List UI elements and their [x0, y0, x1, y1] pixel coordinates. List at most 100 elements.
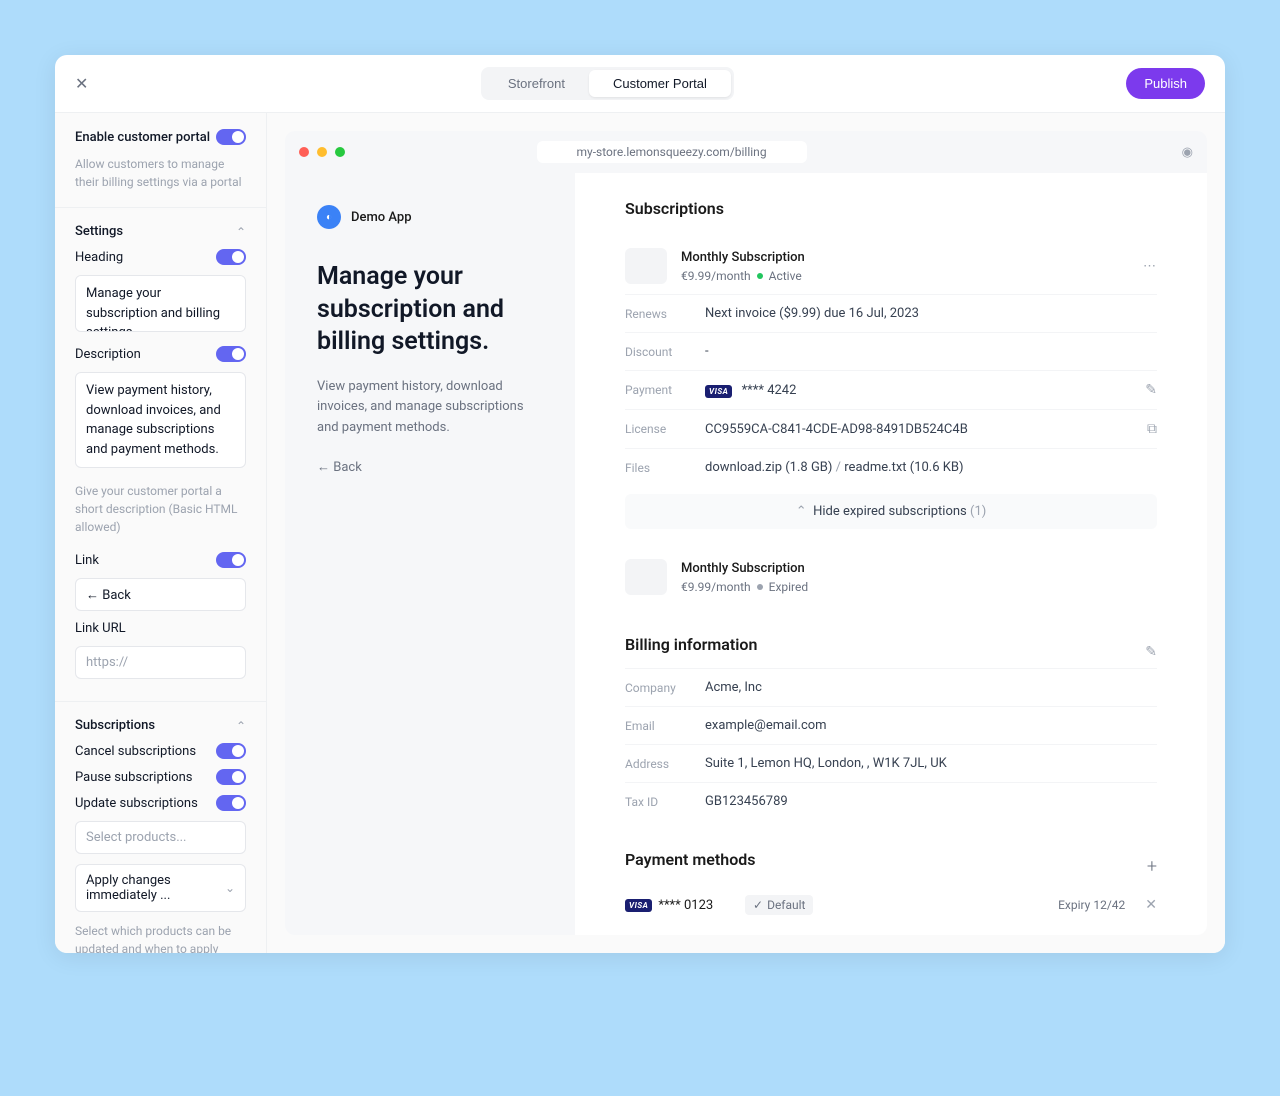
address-value: Suite 1, Lemon HQ, London, , W1K 7JL, UK — [705, 756, 1157, 771]
update-subs-toggle[interactable] — [216, 795, 246, 811]
file-link[interactable]: readme.txt (10.6 KB) — [844, 460, 963, 475]
chevron-up-icon[interactable]: ⌃ — [236, 225, 246, 239]
hide-expired-button[interactable]: ⌃ Hide expired subscriptions (1) — [625, 494, 1157, 529]
update-subs-label: Update subscriptions — [75, 796, 198, 811]
tab-customer-portal[interactable]: Customer Portal — [589, 70, 731, 97]
enable-portal-toggle[interactable] — [216, 129, 246, 145]
edit-icon[interactable]: ✎ — [1145, 644, 1157, 660]
description-toggle[interactable] — [216, 346, 246, 362]
pause-subs-label: Pause subscriptions — [75, 770, 192, 785]
plus-icon[interactable]: + — [1147, 856, 1157, 877]
status-dot-icon — [757, 273, 763, 279]
discount-label: Discount — [625, 345, 705, 359]
chevron-up-icon: ⌃ — [796, 504, 807, 519]
app-name: Demo App — [351, 210, 412, 225]
email-label: Email — [625, 719, 705, 733]
tax-label: Tax ID — [625, 795, 705, 809]
url-bar: my-store.lemonsqueezy.com/billing — [537, 141, 807, 163]
company-value: Acme, Inc — [705, 680, 1157, 695]
link-url-label: Link URL — [75, 621, 126, 636]
description-help: Give your customer portal a short descri… — [75, 482, 246, 536]
subscription-name: Monthly Subscription — [681, 561, 1157, 576]
heading-label: Heading — [75, 250, 123, 265]
enable-portal-label: Enable customer portal — [75, 130, 210, 145]
renews-label: Renews — [625, 307, 705, 321]
address-label: Address — [625, 757, 705, 771]
app-avatar-icon: ◐ — [317, 205, 341, 229]
description-input[interactable] — [75, 372, 246, 468]
copy-icon[interactable]: ⧉ — [1147, 421, 1157, 437]
cancel-subs-toggle[interactable] — [216, 743, 246, 759]
browser-bar: my-store.lemonsqueezy.com/billing ◉ — [285, 131, 1207, 173]
status-dot-icon — [757, 584, 763, 590]
chevron-up-icon[interactable]: ⌃ — [236, 719, 246, 733]
product-thumbnail — [625, 248, 667, 284]
link-toggle[interactable] — [216, 552, 246, 568]
billing-title: Billing information — [625, 635, 757, 654]
preview-panel: my-store.lemonsqueezy.com/billing ◉ ◐ De… — [267, 113, 1225, 953]
topbar: ✕ Storefront Customer Portal Publish — [55, 55, 1225, 113]
apply-changes-dropdown[interactable]: Apply changes immediately ... ⌄ — [75, 864, 246, 912]
subscription-item-expired: Monthly Subscription €9.99/month Expired — [625, 549, 1157, 605]
payment-method-row: **** 4242 Expiry 12/42 ⋯ — [625, 927, 1157, 935]
payment-methods-title: Payment methods — [625, 850, 756, 869]
subscription-item: Monthly Subscription €9.99/month Active … — [625, 238, 1157, 294]
pause-subs-toggle[interactable] — [216, 769, 246, 785]
file-link[interactable]: download.zip (1.8 GB) — [705, 460, 832, 475]
preview-icon[interactable]: ◉ — [1182, 145, 1193, 160]
traffic-light-green — [335, 147, 345, 157]
chevron-down-icon: ⌄ — [225, 881, 235, 895]
link-url-input[interactable] — [75, 646, 246, 679]
traffic-light-yellow — [317, 147, 327, 157]
subscription-price: €9.99/month — [681, 580, 751, 594]
heading-input[interactable] — [75, 275, 246, 332]
email-value: example@email.com — [705, 718, 1157, 733]
portal-sidebar: ◐ Demo App Manage your subscription and … — [285, 173, 575, 935]
portal-heading: Manage your subscription and billing set… — [317, 261, 543, 359]
settings-sidebar: Enable customer portal Allow customers t… — [55, 113, 267, 953]
visa-icon: VISA — [625, 899, 652, 912]
select-products-dropdown[interactable]: Select products... — [75, 821, 246, 854]
traffic-light-red — [299, 147, 309, 157]
check-icon: ✓ — [753, 898, 763, 912]
product-thumbnail — [625, 559, 667, 595]
app-window: ✕ Storefront Customer Portal Publish Ena… — [55, 55, 1225, 953]
link-text-input[interactable] — [75, 578, 246, 611]
payment-value: VISA **** 4242 — [705, 383, 1145, 398]
heading-toggle[interactable] — [216, 249, 246, 265]
back-link[interactable]: ← Back — [317, 459, 543, 475]
tax-value: GB123456789 — [705, 794, 1157, 809]
subscriptions-section-label: Subscriptions — [75, 718, 155, 733]
select-products-placeholder: Select products... — [86, 830, 187, 845]
portal-description: View payment history, download invoices,… — [317, 377, 543, 439]
subscription-status: Active — [769, 269, 802, 283]
files-row-label: Files — [625, 461, 705, 475]
edit-icon[interactable]: ✎ — [1145, 382, 1157, 398]
renews-value: Next invoice ($9.99) due 16 Jul, 2023 — [705, 306, 1157, 321]
remove-icon[interactable]: ✕ — [1145, 897, 1157, 913]
card-expiry: Expiry 12/42 — [1058, 898, 1125, 912]
subscription-name: Monthly Subscription — [681, 250, 1129, 265]
payment-method-row: VISA **** 0123 ✓ Default Expiry 12/42 ✕ — [625, 883, 1157, 927]
more-icon[interactable]: ⋯ — [1143, 259, 1157, 274]
update-help-text: Select which products can be updated and… — [75, 922, 246, 953]
subscription-price: €9.99/month — [681, 269, 751, 283]
subscriptions-title: Subscriptions — [625, 199, 1157, 218]
browser-frame: my-store.lemonsqueezy.com/billing ◉ ◐ De… — [285, 131, 1207, 935]
link-label: Link — [75, 553, 99, 568]
default-badge: ✓ Default — [745, 895, 813, 915]
company-label: Company — [625, 681, 705, 695]
publish-button[interactable]: Publish — [1126, 68, 1205, 99]
payment-label: Payment — [625, 383, 705, 397]
apply-changes-value: Apply changes immediately ... — [86, 873, 225, 903]
tab-storefront[interactable]: Storefront — [484, 70, 589, 97]
description-label: Description — [75, 347, 141, 362]
close-icon[interactable]: ✕ — [75, 74, 88, 93]
visa-icon: VISA — [705, 385, 732, 398]
cancel-subs-label: Cancel subscriptions — [75, 744, 196, 759]
settings-section-label: Settings — [75, 224, 123, 239]
card-last4: **** 0123 — [658, 898, 713, 913]
license-label: License — [625, 422, 705, 436]
license-value: CC9559CA-C841-4CDE-AD98-8491DB524C4B — [705, 422, 1147, 437]
subscription-status: Expired — [769, 580, 809, 594]
